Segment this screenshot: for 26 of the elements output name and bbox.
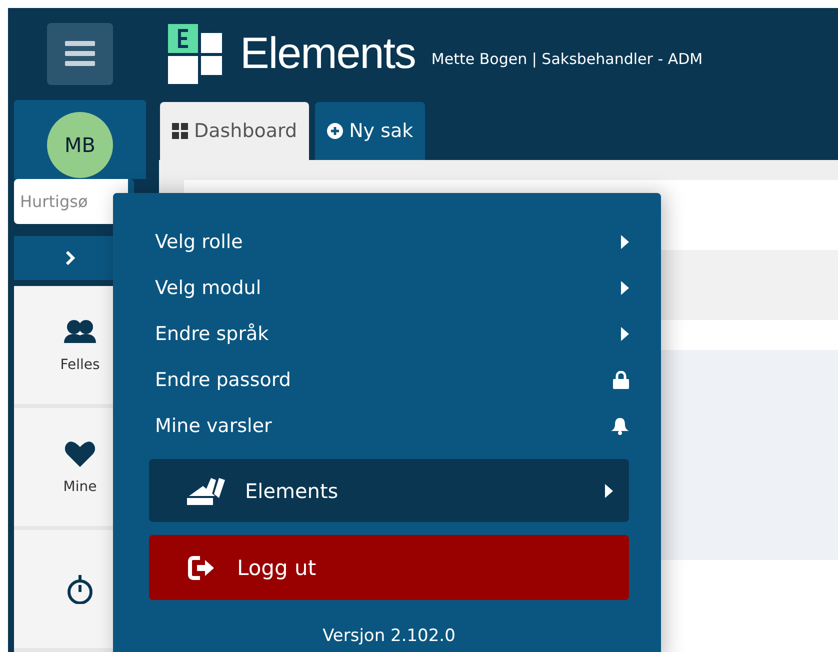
caret-right-icon bbox=[621, 327, 629, 341]
chevron-right-icon bbox=[65, 250, 75, 265]
lock-icon bbox=[613, 371, 629, 389]
menu-item[interactable]: Endre passord bbox=[149, 357, 629, 403]
app-title: Elements bbox=[240, 29, 416, 79]
heart-icon bbox=[64, 439, 96, 469]
caret-right-icon bbox=[621, 235, 629, 249]
logout-button[interactable]: Logg ut bbox=[149, 535, 629, 600]
caret-right-icon bbox=[605, 484, 613, 498]
tab[interactable]: Ny sak bbox=[315, 102, 426, 160]
menu-item[interactable]: Mine varsler bbox=[149, 403, 629, 449]
logout-icon bbox=[187, 554, 215, 580]
menu-item[interactable]: Velg modul bbox=[149, 265, 629, 311]
bell-icon bbox=[611, 417, 629, 435]
menu-item[interactable]: Velg rolle bbox=[149, 219, 629, 265]
plus-circle-icon bbox=[327, 123, 344, 139]
menu-item[interactable]: Endre språk bbox=[149, 311, 629, 357]
avatar[interactable]: MB bbox=[47, 112, 113, 178]
menu-button[interactable] bbox=[47, 23, 113, 85]
version-text: Versjon 2.102.0 bbox=[322, 626, 456, 646]
menu-icon[interactable] bbox=[65, 41, 95, 67]
module-button[interactable]: Elements bbox=[149, 459, 629, 522]
tab[interactable]: Dashboard bbox=[160, 102, 310, 160]
grid-icon bbox=[172, 123, 188, 139]
user-name: Mette Bogen | Saksbehandler - ADM bbox=[431, 50, 703, 68]
caret-right-icon bbox=[621, 281, 629, 295]
